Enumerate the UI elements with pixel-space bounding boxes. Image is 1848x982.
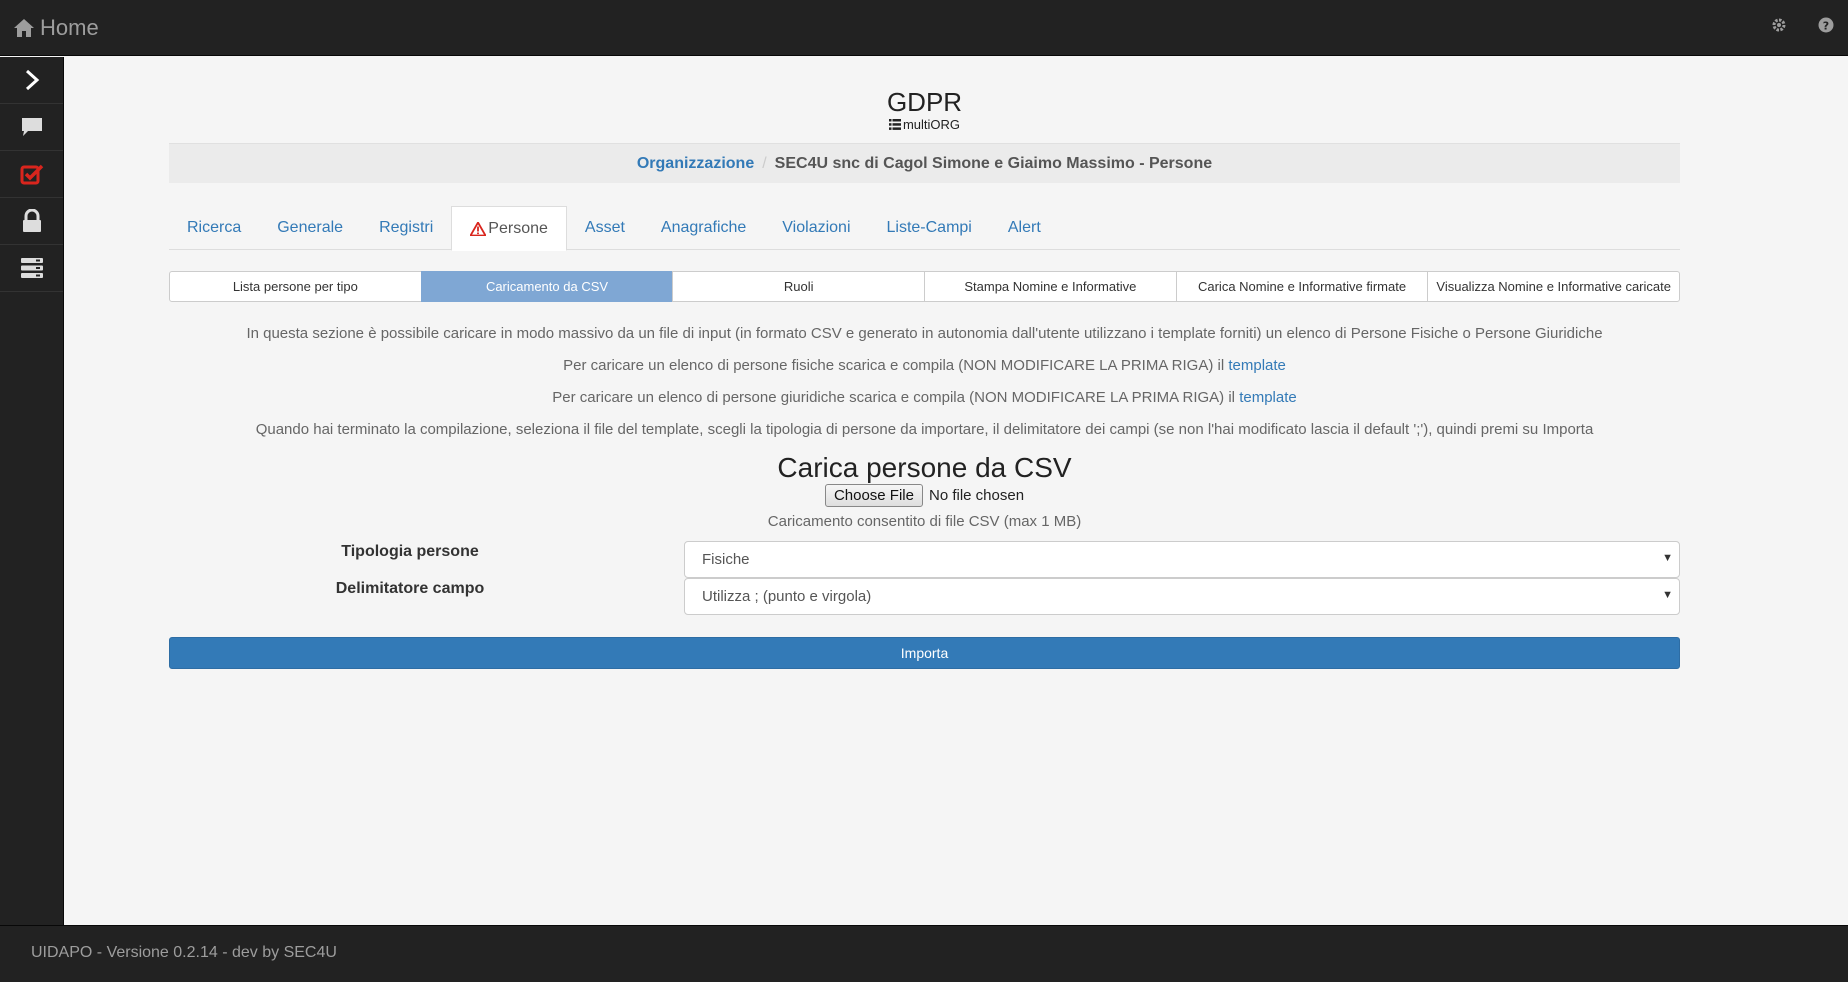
warning-icon xyxy=(470,221,487,236)
home-label: Home xyxy=(40,15,99,40)
page-header: GDPR multiORG xyxy=(169,87,1680,135)
subtab-carica-nomine[interactable]: Carica Nomine e Informative firmate xyxy=(1175,271,1429,302)
subtab-caricamento-csv[interactable]: Caricamento da CSV xyxy=(420,271,674,302)
template-giuridiche-link[interactable]: template xyxy=(1239,389,1297,406)
tab-anagrafiche[interactable]: Anagrafiche xyxy=(643,206,764,250)
checkbox-icon xyxy=(20,164,43,185)
server-icon xyxy=(20,258,43,278)
info-line-intro: In questa sezione è possibile caricare i… xyxy=(246,325,1603,342)
subtab-stampa-nomine[interactable]: Stampa Nomine e Informative xyxy=(924,271,1177,302)
chevron-right-icon xyxy=(25,69,39,91)
home-icon xyxy=(14,19,34,37)
tipologia-value: Fisiche xyxy=(702,551,750,568)
tab-asset[interactable]: Asset xyxy=(567,206,643,250)
tipologia-label: Tipologia persone xyxy=(341,543,479,560)
breadcrumb-current: SEC4U snc di Cagol Simone e Giaimo Massi… xyxy=(774,154,1213,172)
tab-persone[interactable]: Persone xyxy=(451,206,567,251)
breadcrumb-separator: / xyxy=(762,154,767,172)
list-icon xyxy=(888,119,901,130)
tipologia-row: Tipologia persone Fisiche ▼ xyxy=(169,541,1680,578)
tab-generale[interactable]: Generale xyxy=(259,206,361,250)
main-tabs: Ricerca Generale Registri Persone Asset … xyxy=(169,206,1680,251)
sidebar-item-compliance[interactable] xyxy=(0,151,63,198)
page-subtitle: multiORG xyxy=(888,117,961,132)
info-line-fisiche-text: Per caricare un elenco di persone fisich… xyxy=(563,357,1229,374)
info-line-giuridiche-text: Per caricare un elenco di persone giurid… xyxy=(552,389,1240,406)
tab-violazioni[interactable]: Violazioni xyxy=(764,206,868,250)
subtabs: Lista persone per tipo Caricamento da CS… xyxy=(169,271,1681,302)
lock-icon xyxy=(22,209,41,232)
home-link[interactable]: Home xyxy=(14,15,99,41)
file-help-text: Caricamento consentito di file CSV (max … xyxy=(767,513,1082,530)
top-navbar: Home ? xyxy=(0,0,1848,56)
breadcrumb-organizzazione-link[interactable]: Organizzazione xyxy=(637,155,754,173)
upload-title: Carica persone da CSV xyxy=(777,452,1072,483)
sidebar-item-security[interactable] xyxy=(0,198,63,245)
sidebar-toggle-button[interactable] xyxy=(0,57,63,104)
tab-alert[interactable]: Alert xyxy=(990,206,1059,250)
subtab-visualizza-nomine[interactable]: Visualizza Nomine e Informative caricate xyxy=(1427,271,1681,302)
sidebar xyxy=(0,57,64,925)
subtab-lista-persone[interactable]: Lista persone per tipo xyxy=(169,271,422,302)
tab-registri[interactable]: Registri xyxy=(361,206,451,250)
info-line-instructions: Quando hai terminato la compilazione, se… xyxy=(255,421,1594,438)
delimitatore-row: Delimitatore campo Utilizza ; (punto e v… xyxy=(169,578,1680,615)
gear-icon[interactable] xyxy=(1771,17,1787,38)
footer: UIDAPO - Versione 0.2.14 - dev by SEC4U xyxy=(0,925,1848,982)
svg-text:?: ? xyxy=(1823,20,1829,33)
tab-ricerca[interactable]: Ricerca xyxy=(169,206,259,250)
info-section: In questa sezione è possibile caricare i… xyxy=(169,318,1680,446)
file-status: No file chosen xyxy=(928,487,1025,504)
comment-icon xyxy=(21,118,42,136)
tipologia-select[interactable]: Fisiche ▼ xyxy=(684,541,1680,578)
footer-text: UIDAPO - Versione 0.2.14 - dev by SEC4U xyxy=(31,944,337,961)
info-line-fisiche: Per caricare un elenco di persone fisich… xyxy=(169,350,1680,382)
choose-file-button[interactable]: Choose File xyxy=(824,484,923,507)
file-input: Choose File No file chosen xyxy=(169,484,1680,507)
page-title: GDPR xyxy=(886,87,963,117)
help-icon[interactable]: ? xyxy=(1818,17,1834,38)
delimitatore-value: Utilizza ; (punto e virgola) xyxy=(702,588,872,605)
subtab-ruoli[interactable]: Ruoli xyxy=(672,271,926,302)
caret-down-icon: ▼ xyxy=(1662,552,1673,564)
delimitatore-label: Delimitatore campo xyxy=(335,580,485,597)
breadcrumb: Organizzazione / SEC4U snc di Cagol Simo… xyxy=(169,143,1680,183)
sidebar-item-servers[interactable] xyxy=(0,245,63,292)
main-content: GDPR multiORG Organizzazione / SEC4U snc… xyxy=(64,57,1848,925)
sidebar-item-messages[interactable] xyxy=(0,104,63,151)
template-fisiche-link[interactable]: template xyxy=(1228,357,1286,374)
tab-liste-campi[interactable]: Liste-Campi xyxy=(869,206,990,250)
info-line-giuridiche: Per caricare un elenco di persone giurid… xyxy=(169,382,1680,414)
caret-down-icon: ▼ xyxy=(1662,589,1673,601)
import-button[interactable]: Importa xyxy=(169,637,1680,669)
tab-persone-label: Persone xyxy=(488,219,548,237)
page-subtitle-label: multiORG xyxy=(902,117,961,132)
delimitatore-select[interactable]: Utilizza ; (punto e virgola) ▼ xyxy=(684,578,1680,615)
